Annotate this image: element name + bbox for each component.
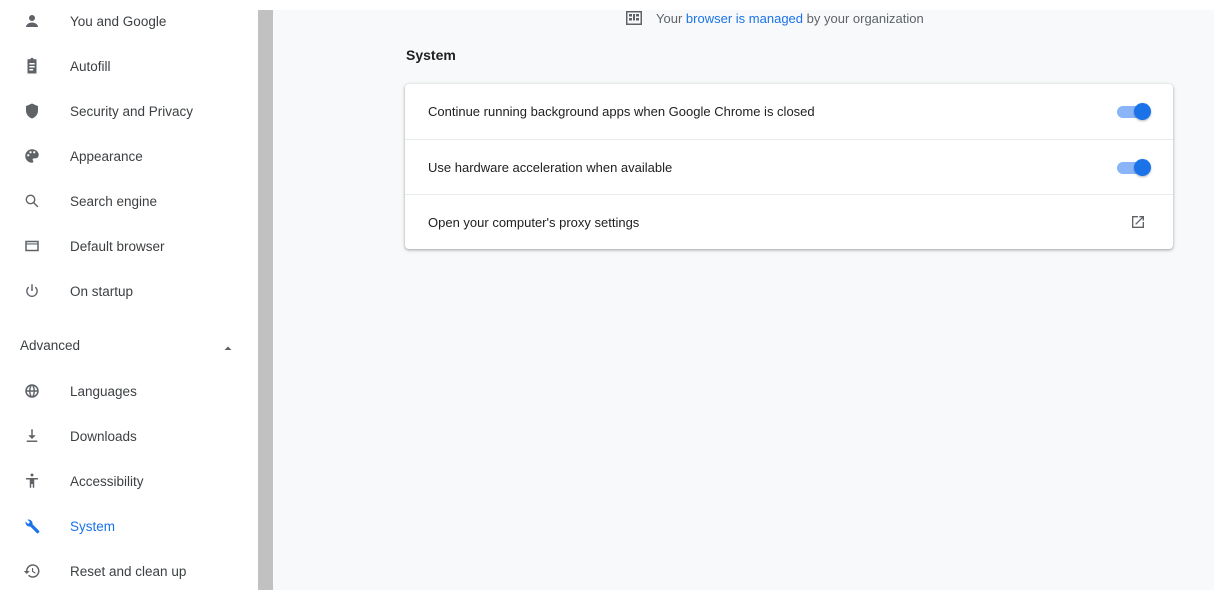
sidebar-item-label: Downloads <box>70 428 137 444</box>
managed-notice-suffix: by your organization <box>806 10 924 26</box>
chevron-up-icon <box>223 340 233 350</box>
sidebar-item-label: On startup <box>70 283 134 299</box>
managed-notice: Your browser is managed by your organiza… <box>626 10 924 26</box>
page-title: System <box>406 47 456 63</box>
sidebar-item-label: Appearance <box>70 148 143 164</box>
hardware-acceleration-row[interactable]: Use hardware acceleration when available <box>405 139 1173 194</box>
settings-page: You and Google Autofill Security and Pri… <box>0 10 1214 590</box>
sidebar-item-security-and-privacy[interactable]: Security and Privacy <box>0 92 258 130</box>
hardware-acceleration-label: Use hardware acceleration when available <box>428 159 673 175</box>
search-icon <box>22 191 42 211</box>
sidebar-item-on-startup[interactable]: On startup <box>0 272 258 310</box>
sidebar-item-label: System <box>70 518 116 534</box>
sidebar-item-label: Default browser <box>70 238 165 254</box>
background-apps-row[interactable]: Continue running background apps when Go… <box>405 84 1173 139</box>
sidebar-advanced-label: Advanced <box>20 338 81 353</box>
browser-window-icon <box>22 236 42 256</box>
sidebar-item-default-browser[interactable]: Default browser <box>0 227 258 265</box>
sidebar-item-system[interactable]: System <box>0 507 258 545</box>
sidebar-item-languages[interactable]: Languages <box>0 372 258 410</box>
proxy-settings-row[interactable]: Open your computer's proxy settings <box>405 194 1173 249</box>
toggle-knob <box>1134 103 1151 120</box>
sidebar-item-appearance[interactable]: Appearance <box>0 137 258 175</box>
toggle-knob <box>1134 159 1151 176</box>
building-icon <box>626 11 642 25</box>
sidebar-item-accessibility[interactable]: Accessibility <box>0 462 258 500</box>
background-apps-label: Continue running background apps when Go… <box>428 104 815 119</box>
managed-browser-link[interactable]: browser <box>686 11 732 26</box>
shield-icon <box>22 101 42 121</box>
sidebar-item-autofill[interactable]: Autofill <box>0 47 258 85</box>
managed-is-link[interactable]: is <box>736 11 745 26</box>
sidebar-item-you-and-google[interactable]: You and Google <box>0 2 258 40</box>
external-link-icon[interactable] <box>1130 214 1146 230</box>
hardware-acceleration-toggle[interactable] <box>1115 159 1151 177</box>
sidebar-item-reset-and-clean-up[interactable]: Reset and clean up <box>0 552 258 590</box>
wrench-icon <box>22 516 42 536</box>
person-icon <box>22 11 42 31</box>
sidebar-item-label: Languages <box>70 383 137 399</box>
sidebar-item-label: Search engine <box>70 193 158 209</box>
globe-icon <box>22 381 42 401</box>
sidebar-item-label: Accessibility <box>70 473 144 489</box>
sidebar-item-label: Autofill <box>70 58 111 74</box>
sidebar-scrollbar[interactable] <box>258 10 273 590</box>
managed-link[interactable]: managed <box>749 11 803 26</box>
settings-sidebar: You and Google Autofill Security and Pri… <box>0 10 258 590</box>
sidebar-item-search-engine[interactable]: Search engine <box>0 182 258 220</box>
background-apps-toggle[interactable] <box>1115 103 1151 121</box>
sidebar-advanced-toggle[interactable]: Advanced <box>0 326 258 366</box>
palette-icon <box>22 146 42 166</box>
accessibility-icon <box>22 471 42 491</box>
proxy-settings-label: Open your computer's proxy settings <box>428 214 640 230</box>
clipboard-icon <box>22 56 42 76</box>
managed-notice-prefix: Your <box>656 10 683 26</box>
sidebar-item-label: Reset and clean up <box>70 563 187 579</box>
sidebar-item-label: You and Google <box>70 13 167 29</box>
download-icon <box>22 426 42 446</box>
sidebar-item-downloads[interactable]: Downloads <box>0 417 258 455</box>
system-settings-card: Continue running background apps when Go… <box>405 84 1173 249</box>
restore-icon <box>22 561 42 581</box>
sidebar-item-label: Security and Privacy <box>70 103 194 119</box>
power-icon <box>22 281 42 301</box>
